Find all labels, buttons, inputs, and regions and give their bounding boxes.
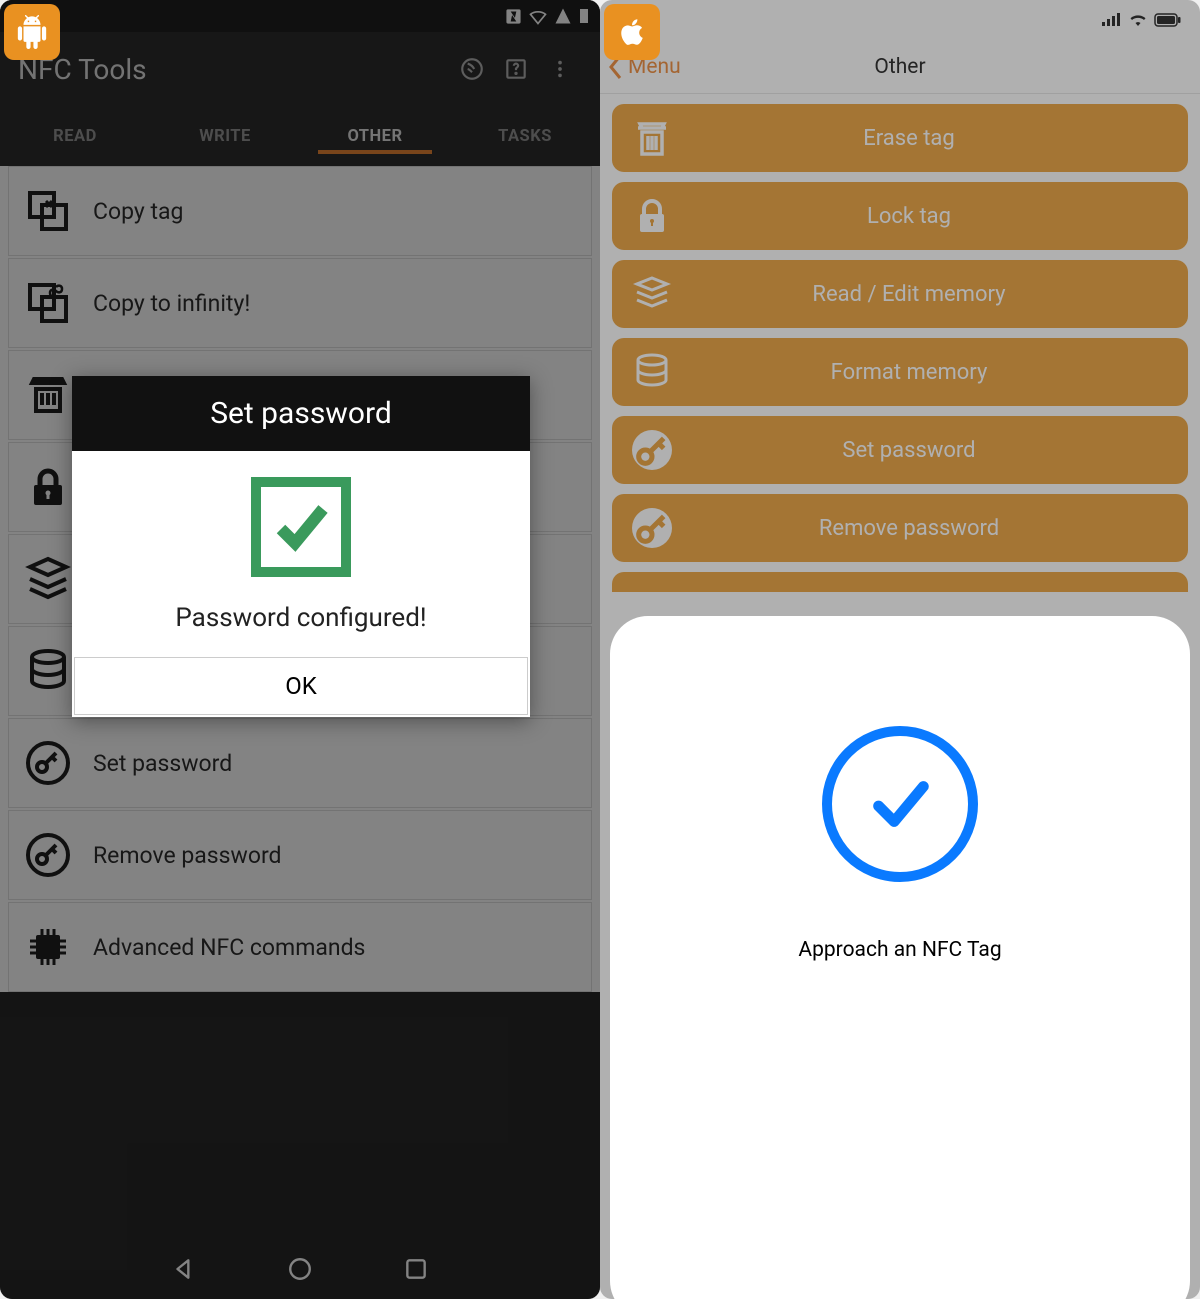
ios-pane: Menu Other Erase tag Lock tag Read / Edi… bbox=[600, 0, 1200, 1299]
ios-os-badge bbox=[604, 4, 660, 60]
android-dialog: Set password Password configured! OK bbox=[72, 376, 530, 717]
dialog-ok-button[interactable]: OK bbox=[74, 657, 528, 715]
success-check-icon bbox=[822, 726, 978, 882]
dialog-message: Password configured! bbox=[175, 603, 426, 633]
sheet-message: Approach an NFC Tag bbox=[798, 938, 1001, 962]
android-os-badge bbox=[4, 4, 60, 60]
dialog-title: Set password bbox=[72, 376, 530, 451]
android-pane: NFC Tools READ WRITE OTHER TASKS Copy ta… bbox=[0, 0, 600, 1299]
ios-nfc-sheet: Approach an NFC Tag bbox=[610, 616, 1190, 1299]
success-check-icon bbox=[251, 477, 351, 577]
